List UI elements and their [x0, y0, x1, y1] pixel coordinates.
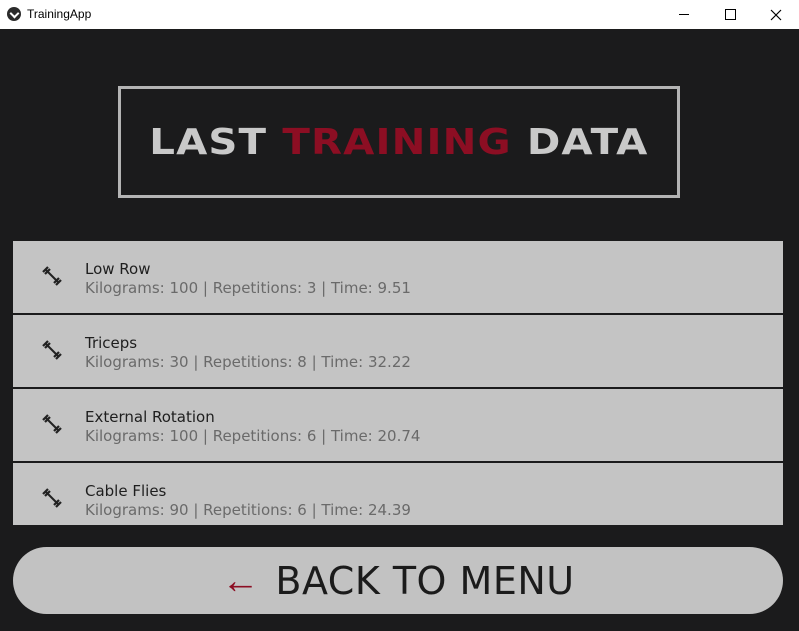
dumbbell-icon: [42, 340, 62, 360]
minimize-icon: [679, 14, 689, 15]
window-title: TrainingApp: [27, 7, 92, 21]
maximize-icon: [724, 9, 736, 20]
exercise-item[interactable]: Low Row Kilograms: 100 | Repetitions: 3 …: [13, 241, 783, 313]
exercise-name: Low Row: [85, 260, 151, 278]
minimize-button[interactable]: [661, 0, 707, 29]
back-to-menu-label: BACK TO MENU: [275, 558, 575, 603]
maximize-button[interactable]: [707, 0, 753, 29]
close-icon: [770, 9, 782, 20]
title-word-training: TRAINING: [282, 121, 512, 163]
dumbbell-icon: [42, 488, 62, 508]
page-title-banner: LAST TRAINING DATA: [118, 86, 680, 198]
app-logo-icon: [7, 7, 21, 21]
exercise-item[interactable]: Cable Flies Kilograms: 90 | Repetitions:…: [13, 463, 783, 525]
exercise-name: Cable Flies: [85, 482, 167, 500]
page-title: LAST TRAINING DATA: [149, 122, 648, 163]
exercise-item[interactable]: External Rotation Kilograms: 100 | Repet…: [13, 389, 783, 461]
title-word-last: LAST: [149, 121, 268, 163]
exercise-detail: Kilograms: 30 | Repetitions: 8 | Time: 3…: [85, 353, 411, 371]
dumbbell-icon: [42, 266, 62, 286]
exercise-list[interactable]: Low Row Kilograms: 100 | Repetitions: 3 …: [13, 241, 783, 525]
title-word-data: DATA: [526, 121, 649, 163]
arrow-left-icon: ←: [221, 559, 260, 602]
exercise-item[interactable]: Triceps Kilograms: 30 | Repetitions: 8 |…: [13, 315, 783, 387]
dumbbell-icon: [42, 414, 62, 434]
back-to-menu-button[interactable]: ← BACK TO MENU: [13, 547, 783, 614]
exercise-detail: Kilograms: 90 | Repetitions: 6 | Time: 2…: [85, 501, 411, 519]
exercise-name: External Rotation: [85, 408, 215, 426]
exercise-detail: Kilograms: 100 | Repetitions: 3 | Time: …: [85, 279, 411, 297]
exercise-name: Triceps: [85, 334, 138, 352]
exercise-detail: Kilograms: 100 | Repetitions: 6 | Time: …: [85, 427, 421, 445]
close-button[interactable]: [753, 0, 799, 29]
title-bar: TrainingApp: [0, 0, 799, 29]
